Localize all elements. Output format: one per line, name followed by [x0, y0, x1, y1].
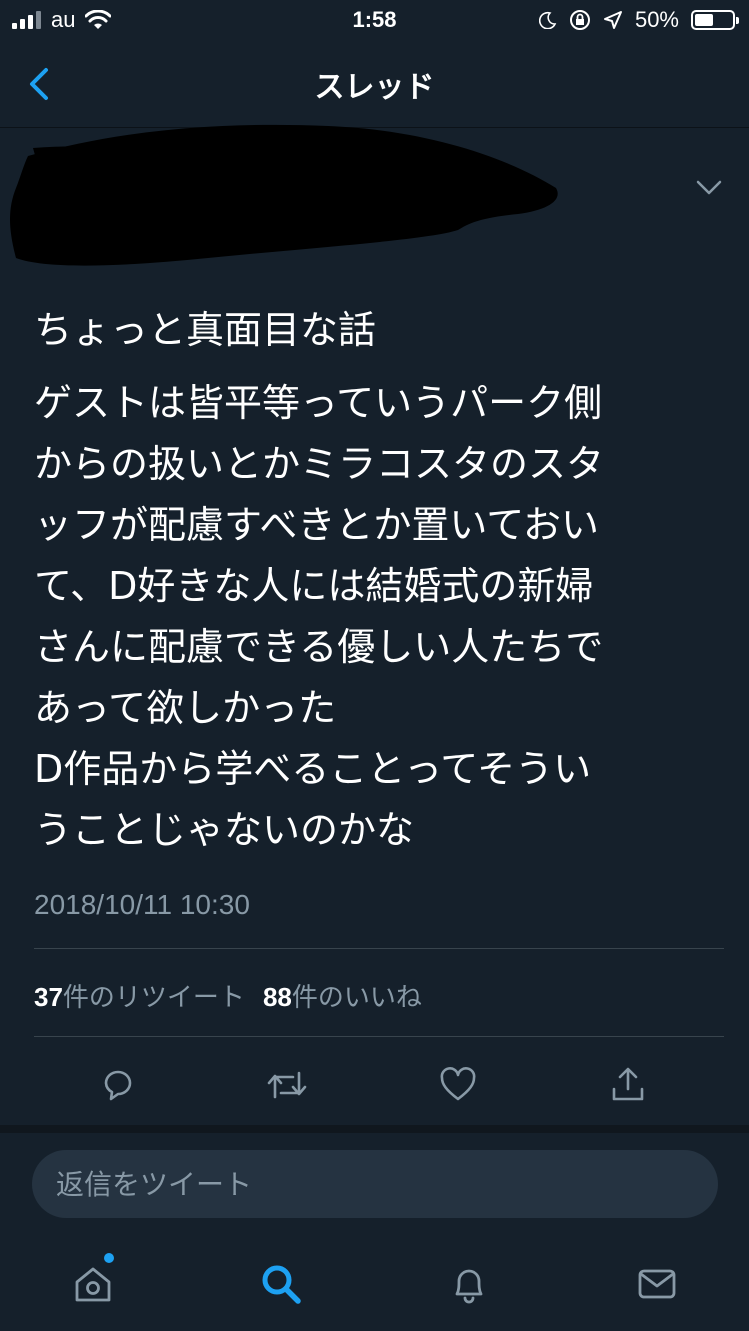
nav-bar: スレッド: [0, 40, 749, 128]
retweet-stat[interactable]: 37件のリツイート: [34, 977, 245, 1014]
retweet-button[interactable]: [262, 1060, 312, 1110]
reply-bar: [0, 1133, 749, 1233]
chevron-down-icon: [696, 180, 722, 195]
section-divider: [0, 1125, 749, 1133]
battery-level: [695, 14, 713, 26]
battery-percent: 50%: [634, 7, 679, 32]
like-button[interactable]: [433, 1060, 483, 1110]
like-label: 件のいいね: [291, 982, 422, 1012]
tab-notifications[interactable]: [441, 1256, 497, 1312]
battery-icon: [691, 10, 739, 30]
like-count: 88: [262, 982, 292, 1012]
status-bar: au 1:58 50%: [0, 0, 749, 40]
tweet-actions: [0, 1055, 749, 1115]
reply-button[interactable]: [93, 1060, 143, 1110]
location-icon: [603, 11, 622, 29]
share-button[interactable]: [603, 1060, 653, 1110]
retweet-label: 件のリツイート: [62, 982, 245, 1012]
retweet-count: 37: [34, 982, 63, 1012]
tab-messages[interactable]: [629, 1256, 685, 1312]
share-icon: [612, 1067, 644, 1101]
messages-icon: [638, 1269, 676, 1299]
status-right: 50%: [538, 7, 739, 33]
tweet-timestamp: 2018/10/11 10:30: [34, 889, 250, 920]
tab-home[interactable]: [65, 1256, 121, 1312]
like-icon: [440, 1067, 476, 1101]
search-icon: [262, 1265, 301, 1304]
like-stat[interactable]: 88件のいいね: [263, 977, 422, 1014]
retweet-icon: [267, 1071, 307, 1099]
tweet-options-button[interactable]: [694, 175, 724, 199]
moon-icon: [538, 11, 557, 29]
page-title: スレッド: [314, 70, 435, 105]
author-header-redacted[interactable]: [8, 118, 568, 278]
divider: [34, 948, 724, 949]
reply-input[interactable]: [32, 1150, 718, 1218]
notifications-icon: [455, 1269, 483, 1304]
tab-bar: [0, 1238, 749, 1331]
home-notification-dot: [104, 1253, 114, 1263]
reply-icon: [104, 1070, 132, 1101]
orientation-lock-icon: [569, 10, 590, 30]
divider: [34, 1036, 724, 1037]
redaction-scribble: [10, 124, 558, 266]
home-icon: [75, 1267, 111, 1302]
tweet-text: ちょっと真面目な話 ゲストは皆平等っていうパーク側 からの扱いとかミラコスタのス…: [34, 300, 714, 861]
tweet-text-line: ゲストは皆平等っていうパーク側 からの扱いとかミラコスタのスタ ッフが配慮すべき…: [34, 381, 605, 852]
tweet-stats: 37件のリツイート 88件のいいね: [34, 977, 422, 1014]
tweet-text-line: ちょっと真面目な話: [34, 308, 377, 352]
tab-search[interactable]: [253, 1256, 309, 1312]
